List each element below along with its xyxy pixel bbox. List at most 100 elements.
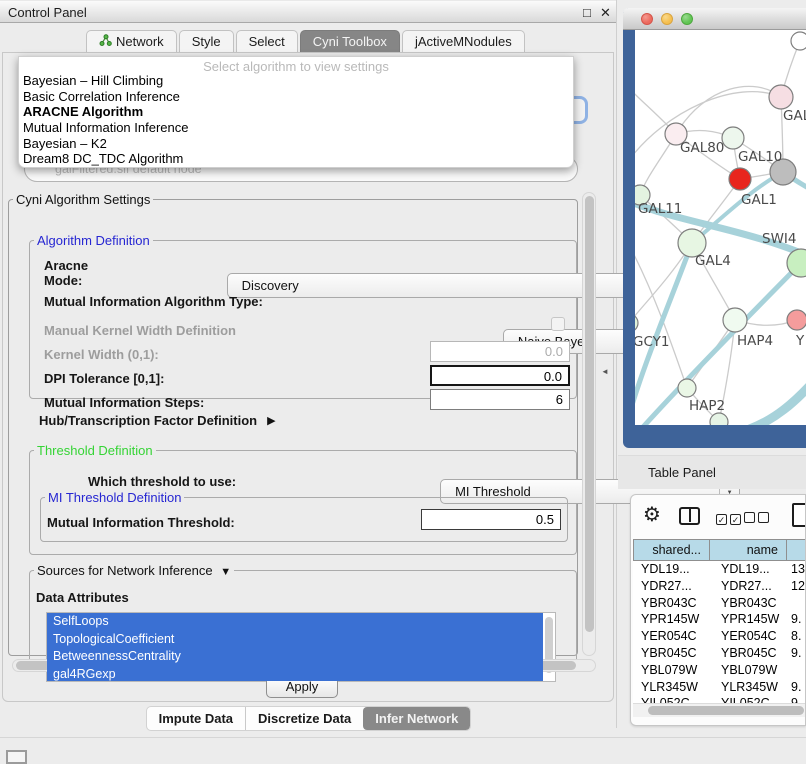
column-header[interactable]: shared... — [634, 540, 710, 560]
network-node[interactable] — [769, 85, 793, 109]
network-node[interactable] — [787, 310, 806, 330]
network-edge[interactable] — [676, 86, 781, 134]
data-attribute-item[interactable]: gal4RGexp — [47, 666, 543, 683]
tab-cyni-toolbox[interactable]: Cyni Toolbox — [300, 30, 400, 52]
algorithm-option[interactable]: ARACNE Algorithm — [19, 104, 573, 120]
node-label: GAL11 — [638, 201, 682, 217]
table-horizontal-scrollbar[interactable] — [633, 703, 806, 717]
aracne-mode-label: Aracne Mode: — [44, 258, 129, 288]
control-panel-title: Control Panel — [8, 5, 87, 20]
algorithm-option[interactable]: Bayesian – K2 — [19, 136, 573, 152]
close-icon[interactable]: ✕ — [600, 5, 611, 21]
table-row[interactable]: YDR27...YDR27...12 — [633, 578, 806, 595]
bottom-tabbar: Impute DataDiscretize DataInfer Network — [0, 706, 617, 731]
table-cell: YER054C — [633, 628, 713, 645]
tab-jactivemnodules[interactable]: jActiveMNodules — [402, 30, 525, 52]
bottom-tab-discretize-data[interactable]: Discretize Data — [245, 707, 363, 730]
table-cell: YLR345W — [713, 679, 789, 696]
settings-vertical-scrollbar[interactable] — [582, 192, 596, 656]
table-cell: YDL19... — [713, 561, 789, 578]
table-cell: YDR27... — [633, 578, 713, 595]
tab-select[interactable]: Select — [236, 30, 298, 52]
algorithm-option[interactable]: Dream8 DC_TDC Algorithm — [19, 151, 573, 167]
data-attribute-item[interactable]: TopologicalCoefficient — [47, 631, 543, 649]
table-cell: 9. — [789, 679, 806, 696]
algorithm-option[interactable]: Mutual Information Inference — [19, 120, 573, 136]
gear-icon[interactable]: ⚙ — [643, 502, 661, 527]
table-panel-card: ⚙ ✓✓ shared...name YDL19...YDL19...13YDR… — [630, 494, 806, 726]
table-cell: YDR27... — [713, 578, 789, 595]
float-window-icon[interactable]: □ — [583, 5, 591, 20]
zoom-traffic-icon[interactable] — [681, 13, 693, 25]
table-row[interactable]: YER054CYER054C8. — [633, 628, 806, 645]
algorithm-option[interactable]: Basic Correlation Inference — [19, 89, 573, 105]
sources-group-title-row: Sources for Network Inference ▼ — [34, 563, 234, 578]
table-row[interactable]: YBR045CYBR045C9. — [633, 645, 806, 662]
data-attributes-list[interactable]: SelfLoopsTopologicalCoefficientBetweenne… — [46, 612, 556, 682]
node-label: GAL10 — [738, 149, 782, 165]
hub-definition-label: Hub/Transcription Factor Definition — [39, 413, 257, 428]
algorithm-option[interactable]: Bayesian – Hill Climbing — [19, 73, 573, 89]
table-cell: 9. — [789, 695, 806, 703]
table-cell: YBL079W — [633, 662, 713, 679]
splitter-collapse-icon[interactable]: ◄ — [601, 367, 609, 376]
unchecked-checkbox-icon — [758, 512, 769, 523]
table-body[interactable]: YDL19...YDL19...13YDR27...YDR27...12YBR0… — [633, 561, 806, 703]
collapsed-disclosure-icon[interactable]: ▶ — [267, 414, 275, 427]
table-panel-header: Table Panel — [618, 455, 806, 489]
table-row[interactable]: YDL19...YDL19...13 — [633, 561, 806, 578]
kernel-width-field[interactable]: 0.0 — [430, 341, 570, 362]
table-cell: YBR043C — [713, 595, 789, 612]
bottom-tab-infer-network[interactable]: Infer Network — [363, 707, 470, 730]
file-icon[interactable] — [792, 503, 806, 527]
select-all-checkboxes-icon[interactable]: ✓✓ — [716, 510, 744, 528]
dpi-tolerance-label: DPI Tolerance [0,1]: — [44, 371, 164, 386]
hub-definition-row[interactable]: Hub/Transcription Factor Definition ▶ — [39, 407, 439, 433]
tab-style[interactable]: Style — [179, 30, 234, 52]
data-attribute-item[interactable]: SelfLoops — [47, 613, 543, 631]
dpi-tolerance-field[interactable]: 0.0 — [430, 365, 570, 386]
network-node[interactable] — [722, 127, 744, 149]
bottom-tab-impute-data[interactable]: Impute Data — [147, 707, 245, 730]
table-cell: 9. — [789, 611, 806, 628]
network-node[interactable] — [678, 379, 696, 397]
close-traffic-icon[interactable] — [641, 13, 653, 25]
column-header[interactable]: name — [710, 540, 787, 560]
data-attribute-item[interactable]: BetweennessCentrality — [47, 648, 543, 666]
table-row[interactable]: YBR043CYBR043C — [633, 595, 806, 612]
network-node[interactable] — [791, 32, 806, 50]
network-node[interactable] — [710, 413, 728, 425]
network-edge-highlighted[interactable] — [747, 380, 806, 425]
table-cell: YIL052C — [713, 695, 789, 703]
network-node[interactable] — [723, 308, 747, 332]
expanded-disclosure-icon[interactable]: ▼ — [220, 566, 231, 578]
mi-steps-field[interactable]: 6 — [430, 389, 570, 410]
table-cell: YIL052C — [633, 695, 713, 703]
table-row[interactable]: YLR345WYLR345W9. — [633, 679, 806, 696]
tab-network[interactable]: Network — [86, 30, 177, 52]
which-threshold-label: Which threshold to use: — [88, 474, 236, 489]
table-row[interactable]: YIL052CYIL052C9. — [633, 695, 806, 703]
table-header-row[interactable]: shared...name — [633, 539, 806, 561]
minimize-traffic-icon[interactable] — [661, 13, 673, 25]
deselect-checkboxes-icon[interactable] — [744, 510, 772, 528]
network-node[interactable] — [729, 168, 751, 190]
table-row[interactable]: YPR145WYPR145W9. — [633, 611, 806, 628]
mi-threshold-field[interactable]: 0.5 — [421, 509, 561, 530]
mi-threshold-label: Mutual Information Threshold: — [47, 515, 235, 530]
threshold-definition-group: Threshold Definition Which threshold to … — [29, 443, 577, 555]
table-cell: YPR145W — [633, 611, 713, 628]
algorithm-definition-title: Algorithm Definition — [34, 233, 153, 248]
network-canvas[interactable]: GALGAL80GAL10GAL1GAL11GAL4SWI4GCY1HAP4YH… — [635, 30, 806, 425]
network-node[interactable] — [635, 314, 638, 332]
columns-icon[interactable] — [679, 507, 700, 525]
table-row[interactable]: YBL079WYBL079W — [633, 662, 806, 679]
manual-kernel-width-checkbox[interactable] — [551, 317, 565, 331]
node-label: GAL4 — [695, 253, 731, 269]
network-icon — [99, 34, 112, 49]
node-label: GAL1 — [741, 192, 777, 208]
node-label: Y — [795, 333, 805, 349]
threshold-definition-title: Threshold Definition — [34, 443, 156, 458]
column-header[interactable] — [787, 540, 806, 560]
table-cell — [789, 595, 806, 612]
